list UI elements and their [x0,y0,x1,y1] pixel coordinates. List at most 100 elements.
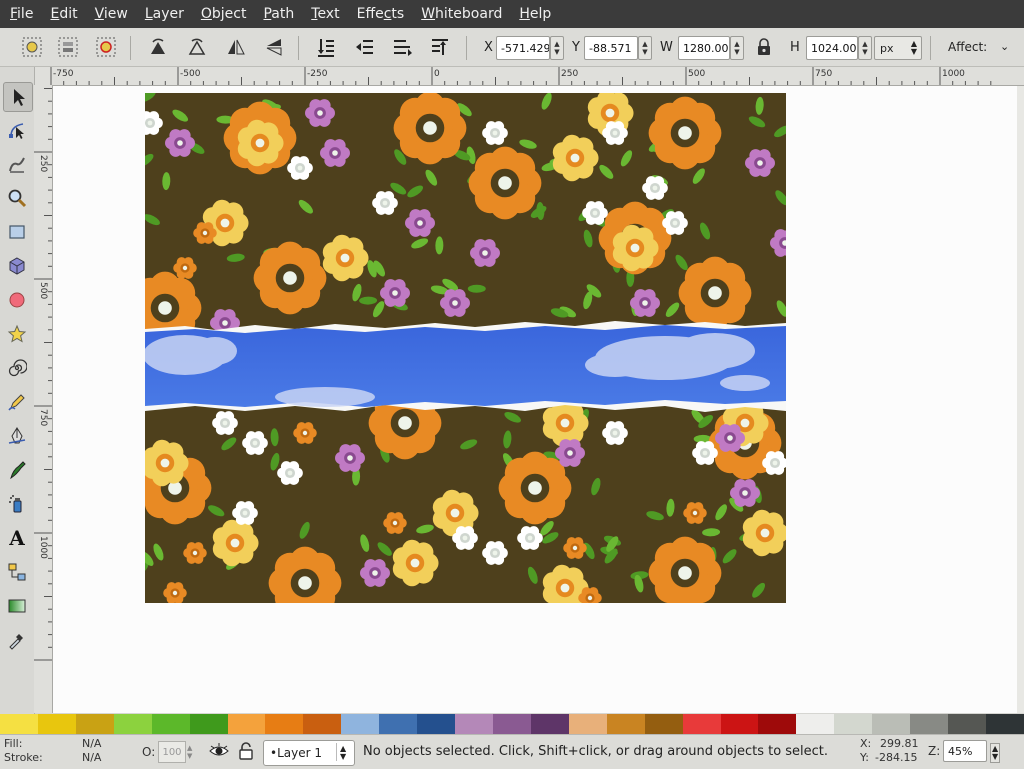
menu-path[interactable]: Path [253,6,301,22]
menu-file[interactable]: File [0,6,40,22]
ruler-label: 250 [38,155,48,172]
palette-swatch[interactable] [644,714,683,734]
palette-swatch[interactable] [530,714,569,734]
spiral-tool-icon[interactable] [3,354,31,382]
y-input[interactable] [585,39,637,57]
palette-swatch[interactable] [948,714,986,734]
palette-swatch[interactable] [37,714,76,734]
palette-swatch[interactable] [379,714,418,734]
dropper-tool-icon[interactable] [3,626,31,654]
palette-swatch[interactable] [189,714,228,734]
selector-tool-icon[interactable] [3,82,33,112]
palette-swatch[interactable] [303,714,342,734]
h-spinner[interactable]: ▲ ▼ [858,36,872,60]
toolbar-separator [930,36,931,60]
spray-tool-icon[interactable] [3,490,31,518]
w-field[interactable] [678,36,730,60]
deselect-icon[interactable] [92,33,120,61]
flower [648,96,722,170]
palette-swatch[interactable] [455,714,493,734]
w-spinner[interactable]: ▲ ▼ [730,36,744,60]
affect-label: Affect: [948,40,988,54]
calligraphy-tool-icon[interactable] [3,456,31,484]
flip-horizontal-icon[interactable] [222,33,250,61]
h-field[interactable] [806,36,858,60]
x-spinner[interactable]: ▲ ▼ [550,36,564,60]
opacity-field[interactable]: 100 [158,741,186,763]
palette-swatch[interactable] [0,714,38,734]
rotate-cw-icon[interactable] [183,33,211,61]
pen-tool-icon[interactable] [3,422,31,450]
artwork-image[interactable] [145,93,786,603]
menu-text[interactable]: Text [301,6,346,22]
palette-swatch[interactable] [265,714,304,734]
rectangle-tool-icon[interactable] [3,218,31,246]
select-all-layers-icon[interactable] [54,33,82,61]
palette-swatch[interactable] [151,714,190,734]
menu-layer[interactable]: Layer [135,6,191,22]
menu-effects[interactable]: Effects [347,6,412,22]
node-tool-icon[interactable] [3,116,31,144]
fill-value[interactable]: N/A [82,737,101,750]
y-spinner[interactable]: ▲ ▼ [638,36,652,60]
x-input[interactable] [497,39,549,57]
3d-box-tool-icon[interactable] [3,252,31,280]
palette-swatch[interactable] [417,714,456,734]
palette-swatch[interactable] [492,714,531,734]
palette-swatch[interactable] [985,714,1024,734]
palette-swatch[interactable] [758,714,797,734]
palette-swatch[interactable] [682,714,721,734]
menu-view[interactable]: View [85,6,135,22]
layer-lock-icon[interactable] [238,741,254,764]
palette-swatch[interactable] [796,714,835,734]
menu-whiteboard[interactable]: Whiteboard [411,6,509,22]
raise-to-top-icon[interactable] [312,33,340,61]
zoom-field[interactable]: 45% [943,740,987,762]
menu-object[interactable]: Object [191,6,254,22]
text-tool-icon[interactable]: A [3,524,31,552]
stroke-value[interactable]: N/A [82,751,101,764]
x-field[interactable] [496,36,550,60]
lower-icon[interactable] [388,33,416,61]
palette-swatch[interactable] [834,714,873,734]
opacity-spinner-icon[interactable]: ▲ ▼ [187,744,192,760]
flip-vertical-icon[interactable] [260,33,288,61]
eye-icon[interactable] [208,742,230,763]
unit-select[interactable]: px ▲ ▼ [874,36,922,60]
palette-swatch[interactable] [341,714,380,734]
lock-proportions-icon[interactable] [750,33,778,61]
h-input[interactable] [807,39,857,57]
vertical-scrollbar[interactable] [1017,86,1024,713]
pencil-tool-icon[interactable] [3,388,31,416]
fill-label: Fill: [4,737,23,750]
tweak-tool-icon[interactable] [3,150,31,178]
connector-tool-icon[interactable] [3,558,31,586]
menu-bar: File Edit View Layer Object Path Text Effects Wh… [0,0,1024,28]
palette-swatch[interactable] [227,714,266,734]
palette-swatch[interactable] [872,714,911,734]
status-message: No objects selected. Click, Shift+click,… [363,744,829,759]
layer-select[interactable]: •Layer 1 ▲ ▼ [263,740,355,766]
ellipse-tool-icon[interactable] [3,286,31,314]
zoom-tool-icon[interactable] [3,184,31,212]
palette-swatch[interactable] [910,714,949,734]
rotate-ccw-icon[interactable] [144,33,172,61]
menu-edit[interactable]: Edit [40,6,84,22]
gradient-tool-icon[interactable] [3,592,31,620]
select-all-icon[interactable] [18,33,46,61]
palette-swatch[interactable] [606,714,645,734]
palette-swatch[interactable] [720,714,759,734]
star-tool-icon[interactable] [3,320,31,348]
raise-icon[interactable] [350,33,378,61]
affect-chevron-down-icon[interactable]: ⌄ [1000,40,1009,53]
ruler-label: 750 [815,69,832,79]
lower-to-bottom-icon[interactable] [426,33,454,61]
palette-swatch[interactable] [568,714,607,734]
menu-help[interactable]: Help [509,6,558,22]
y-field[interactable] [584,36,638,60]
palette-swatch[interactable] [75,714,114,734]
w-input[interactable] [679,39,729,57]
palette-swatch[interactable] [113,714,152,734]
cursor-x-value: 299.81 [880,737,919,750]
zoom-spinner-icon[interactable]: ▲ ▼ [990,743,1001,763]
